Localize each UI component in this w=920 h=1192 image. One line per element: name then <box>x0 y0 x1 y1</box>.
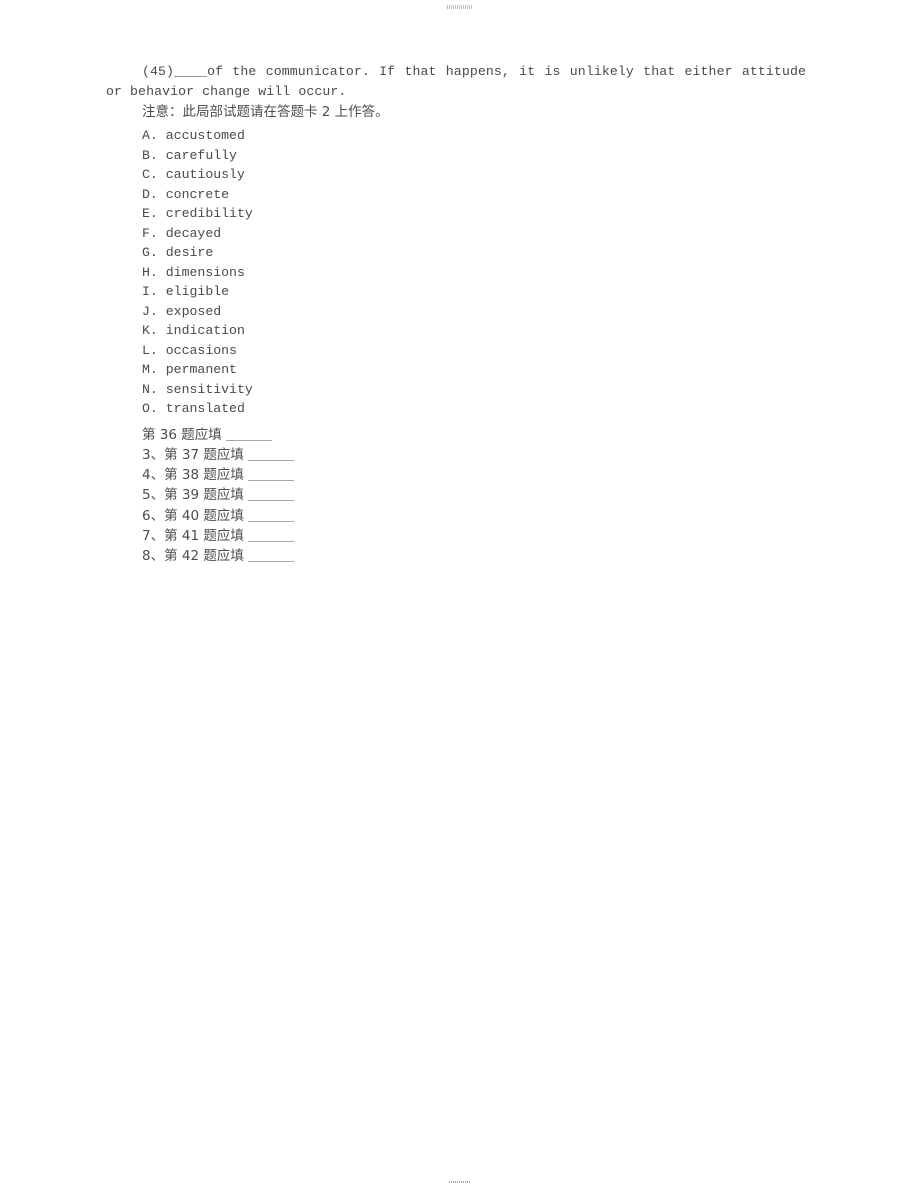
answer-blank[interactable] <box>247 530 294 542</box>
option-letter: D. <box>142 186 158 202</box>
answer-blank[interactable] <box>247 469 294 482</box>
option-word: accustomed <box>165 128 245 143</box>
option-letter: A. <box>142 128 158 143</box>
option-item[interactable]: A. accustomed <box>142 126 806 146</box>
option-item[interactable]: L. occasions <box>142 341 806 361</box>
option-letter: M. <box>142 362 158 377</box>
answer-line[interactable]: 7、第 41 题应填 <box>142 526 806 546</box>
scan-artifact-top-icon <box>447 5 473 9</box>
answer-line[interactable]: 第 36 题应填 <box>142 425 806 445</box>
option-item[interactable]: C. cautiously <box>142 165 806 185</box>
option-word: carefully <box>165 147 237 163</box>
option-word: dimensions <box>165 264 245 280</box>
option-word: cautiously <box>165 167 245 182</box>
option-word: concrete <box>165 186 230 202</box>
answer-blank[interactable] <box>247 550 294 563</box>
answer-blank[interactable] <box>247 489 294 502</box>
option-letter: L. <box>142 342 158 358</box>
answer-label: 第 36 题应填 <box>142 426 222 443</box>
passage-text: of the communicator. If that happens, it… <box>106 64 806 99</box>
option-letter: C. <box>142 167 158 182</box>
document-page: (45) of the communicator. If that happens… <box>0 0 920 1192</box>
passage-paragraph: (45) of the communicator. If that happens… <box>106 62 806 102</box>
answer-blank[interactable] <box>225 429 272 441</box>
option-item[interactable]: D. concrete <box>142 185 806 205</box>
option-item[interactable]: E. credibility <box>142 204 806 224</box>
passage-answer-blank[interactable] <box>174 65 208 77</box>
answer-index: 5、 <box>142 487 165 504</box>
option-letter: J. <box>142 303 158 319</box>
option-word: eligible <box>165 284 230 299</box>
option-item[interactable]: I. eligible <box>142 282 806 302</box>
option-letter: G. <box>142 245 158 260</box>
option-item[interactable]: G. desire <box>142 243 806 263</box>
answer-line[interactable]: 3、第 37 题应填 <box>142 445 806 465</box>
option-letter: B. <box>142 147 158 163</box>
answer-index: 3、 <box>142 446 165 463</box>
option-item[interactable]: H. dimensions <box>142 263 806 283</box>
option-letter: I. <box>142 284 158 299</box>
passage-question-number: (45) <box>142 64 175 79</box>
option-list: A. accustomed B. carefully C. cautiously… <box>106 126 806 419</box>
answer-index: 6、 <box>142 507 165 524</box>
option-word: exposed <box>165 303 222 319</box>
answer-label: 第 38 题应填 <box>164 467 244 484</box>
option-letter: H. <box>142 264 158 280</box>
document-content: (45) of the communicator. If that happens… <box>106 62 806 567</box>
answer-blank[interactable] <box>247 510 294 522</box>
answer-label: 第 42 题应填 <box>164 548 244 565</box>
exam-note: 注意：此局部试题请在答题卡 2 上作答。 <box>142 104 389 120</box>
option-item[interactable]: M. permanent <box>142 360 806 380</box>
answer-blank[interactable] <box>247 449 294 461</box>
option-word: decayed <box>165 225 222 241</box>
option-word: translated <box>165 401 245 416</box>
option-word: sensitivity <box>165 381 253 397</box>
option-word: indication <box>165 323 245 338</box>
answer-index: 7、 <box>142 527 165 544</box>
option-word: credibility <box>165 206 253 221</box>
answer-line[interactable]: 6、第 40 题应填 <box>142 506 806 526</box>
answer-line-list: 第 36 题应填 3、第 37 题应填 4、第 38 题应填 5、第 39 题应… <box>106 425 806 567</box>
answer-label: 第 41 题应填 <box>164 527 244 544</box>
option-item[interactable]: N. sensitivity <box>142 380 806 400</box>
option-item[interactable]: K. indication <box>142 321 806 341</box>
option-letter: E. <box>142 206 158 221</box>
answer-index: 8、 <box>142 548 165 565</box>
option-item[interactable]: J. exposed <box>142 302 806 322</box>
answer-label: 第 40 题应填 <box>164 507 244 524</box>
scan-artifact-bottom-icon <box>449 1181 471 1183</box>
answer-line[interactable]: 4、第 38 题应填 <box>142 465 806 485</box>
option-word: occasions <box>165 342 237 358</box>
option-word: permanent <box>165 362 237 377</box>
option-item[interactable]: B. carefully <box>142 146 806 166</box>
answer-line[interactable]: 8、第 42 题应填 <box>142 546 806 566</box>
option-letter: F. <box>142 225 158 241</box>
option-item[interactable]: O. translated <box>142 399 806 419</box>
answer-label: 第 39 题应填 <box>164 487 244 504</box>
answer-index: 4、 <box>142 467 165 484</box>
option-letter: K. <box>142 323 158 338</box>
option-letter: N. <box>142 381 158 397</box>
option-letter: O. <box>142 401 158 416</box>
answer-line[interactable]: 5、第 39 题应填 <box>142 485 806 505</box>
option-item[interactable]: F. decayed <box>142 224 806 244</box>
option-word: desire <box>165 245 214 260</box>
answer-label: 第 37 题应填 <box>164 446 244 463</box>
